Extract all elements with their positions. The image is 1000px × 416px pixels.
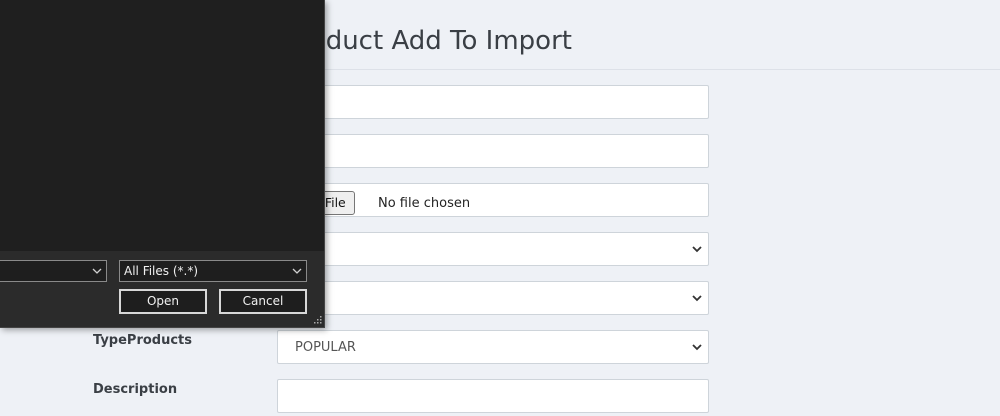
name-input[interactable]: s bbox=[277, 85, 709, 119]
chevron-down-icon bbox=[692, 295, 702, 302]
cancel-button[interactable]: Cancel bbox=[219, 289, 307, 314]
chevron-down-icon bbox=[692, 344, 702, 351]
file-open-dialog: All Files (*.*) Open Cancel bbox=[0, 0, 325, 328]
file-name-dropdown[interactable] bbox=[0, 260, 107, 282]
description-label: Description bbox=[93, 382, 178, 397]
type-products-select[interactable]: POPULAR bbox=[277, 330, 709, 364]
chevron-down-icon bbox=[292, 268, 302, 274]
resize-grip-icon[interactable] bbox=[312, 316, 322, 326]
type-products-value: POPULAR bbox=[295, 340, 356, 355]
text-input[interactable] bbox=[277, 134, 709, 168]
open-button[interactable]: Open bbox=[119, 289, 207, 314]
file-type-value: All Files (*.*) bbox=[124, 264, 199, 278]
dialog-footer: All Files (*.*) Open Cancel bbox=[0, 251, 324, 327]
description-input[interactable] bbox=[277, 379, 709, 413]
file-type-dropdown[interactable]: All Files (*.*) bbox=[119, 260, 307, 282]
chevron-down-icon bbox=[92, 268, 102, 274]
type-products-label: TypeProducts bbox=[93, 333, 193, 348]
category-select[interactable]: ) bbox=[277, 232, 709, 266]
file-status-text: No file chosen bbox=[378, 196, 471, 211]
brand-select[interactable] bbox=[277, 281, 709, 315]
file-input[interactable]: ose File No file chosen bbox=[277, 183, 709, 217]
chevron-down-icon bbox=[692, 246, 702, 253]
